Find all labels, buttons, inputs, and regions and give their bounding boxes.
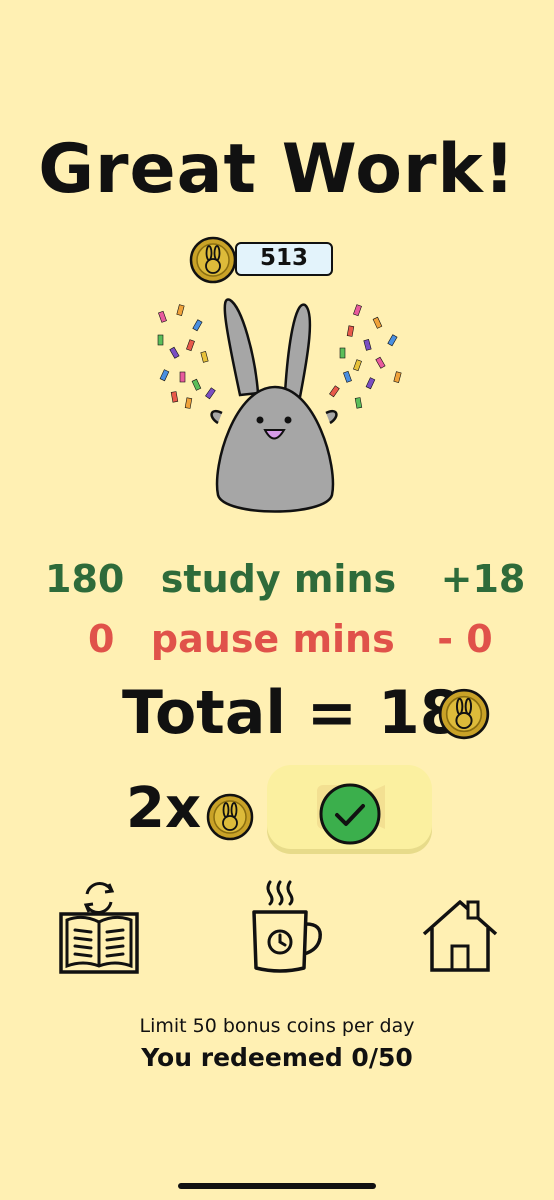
study-again-button[interactable]	[55, 878, 143, 982]
pause-minutes-label: pause mins	[150, 617, 395, 661]
pause-penalty-value: - 0	[437, 617, 493, 661]
coffee-timer-icon	[252, 880, 322, 973]
study-bonus-value: +18	[440, 557, 526, 601]
book-refresh-icon	[59, 882, 139, 974]
redeemed-count-text: You redeemed 0/50	[141, 1043, 413, 1072]
study-minutes-value: 180	[45, 557, 125, 601]
pause-minutes-row: 0 pause mins - 0	[88, 617, 493, 661]
home-icon	[422, 900, 498, 972]
coin-balance: 513	[235, 242, 333, 276]
daily-limit-text: Limit 50 bonus coins per day	[139, 1015, 415, 1037]
multiplier-coin-icon	[206, 793, 254, 841]
study-minutes-row: 180 study mins +18	[45, 557, 525, 601]
total-row: Total = 18	[122, 678, 461, 748]
multiplier-label: 2x	[126, 776, 202, 841]
total-coin-icon	[438, 688, 490, 740]
home-indicator[interactable]	[178, 1183, 376, 1189]
page-title: Great Work!	[38, 130, 516, 209]
study-minutes-label: study mins	[160, 557, 397, 601]
bunny-mascot	[200, 295, 350, 524]
break-button[interactable]	[246, 878, 326, 980]
total-label: Total =	[122, 678, 358, 748]
home-button[interactable]	[420, 896, 500, 978]
balance-coin-icon	[189, 236, 237, 284]
pause-minutes-value: 0	[88, 617, 115, 661]
check-icon	[318, 782, 382, 850]
